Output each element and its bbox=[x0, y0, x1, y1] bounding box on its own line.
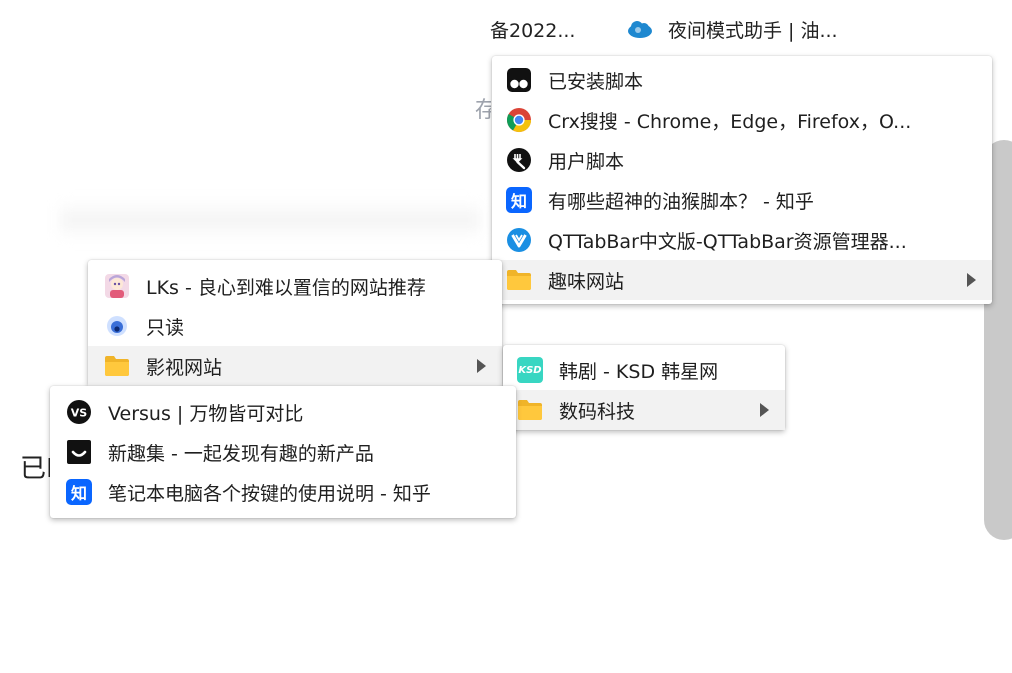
qttabbar-icon bbox=[506, 227, 532, 253]
menu-item-label: Crx搜搜 - Chrome，Edge，Firefox，O... bbox=[548, 110, 912, 133]
greasyfork-icon bbox=[506, 147, 532, 173]
bookmarks-bar: 备2022... 夜间模式助手 | 油... bbox=[490, 10, 866, 48]
menu-item-label: 用户脚本 bbox=[548, 150, 625, 173]
menu-item-label: 只读 bbox=[146, 316, 185, 339]
menu-item-label: Versus | 万物皆可对比 bbox=[108, 402, 304, 425]
bookmark-folder-menu: 已安装脚本 Crx搜搜 - Chrome，Edge，Firefox，O... 用… bbox=[492, 56, 992, 304]
menu-item-label: 笔记本电脑各个按键的使用说明 - 知乎 bbox=[108, 482, 431, 505]
zhihu-icon: 知 bbox=[506, 187, 532, 213]
xinquji-icon bbox=[66, 439, 92, 465]
menu-item-qttabbar[interactable]: QTTabBar中文版-QTTabBar资源管理器... bbox=[492, 220, 992, 260]
video-sites-submenu: KSD 韩剧 - KSD 韩星网 数码科技 bbox=[503, 345, 785, 430]
menu-item-digital-tech-folder[interactable]: 数码科技 bbox=[503, 390, 785, 430]
background-blur bbox=[60, 200, 480, 240]
tampermonkey-icon bbox=[506, 67, 532, 93]
menu-item-label: 已安装脚本 bbox=[548, 70, 644, 93]
versus-icon: VS bbox=[66, 399, 92, 425]
chrome-icon bbox=[506, 107, 532, 133]
folder-icon bbox=[506, 267, 532, 293]
menu-item-user-scripts[interactable]: 用户脚本 bbox=[492, 140, 992, 180]
background-partial-text: 存 bbox=[475, 98, 491, 123]
bookmark-item-night-mode[interactable]: 夜间模式助手 | 油... bbox=[626, 16, 866, 43]
menu-item-laptop-keys-zhihu[interactable]: 知 笔记本电脑各个按键的使用说明 - 知乎 bbox=[50, 472, 516, 512]
anime-avatar-icon bbox=[104, 273, 130, 299]
menu-item-installed-scripts[interactable]: 已安装脚本 bbox=[492, 60, 992, 100]
ksd-icon: KSD bbox=[517, 357, 543, 383]
bookmark-item[interactable]: 备2022... bbox=[490, 16, 600, 43]
screen: 存 已F 备2022... 夜间模式助手 | 油... 已安装脚本 Crx搜搜 … bbox=[0, 0, 1012, 673]
menu-item-xinquji[interactable]: 新趣集 - 一起发现有趣的新产品 bbox=[50, 432, 516, 472]
folder-icon bbox=[517, 397, 543, 423]
menu-item-label: 趣味网站 bbox=[548, 270, 625, 293]
menu-item-crx-search[interactable]: Crx搜搜 - Chrome，Edge，Firefox，O... bbox=[492, 100, 992, 140]
menu-item-label: 韩剧 - KSD 韩星网 bbox=[559, 360, 719, 383]
blue-circle-icon bbox=[104, 313, 130, 339]
folder-icon bbox=[104, 353, 130, 379]
menu-item-label: 影视网站 bbox=[146, 356, 223, 379]
chevron-right-icon bbox=[967, 273, 976, 287]
menu-item-label: 数码科技 bbox=[559, 400, 636, 423]
menu-item-label: 新趣集 - 一起发现有趣的新产品 bbox=[108, 442, 374, 465]
chevron-right-icon bbox=[760, 403, 769, 417]
menu-item-label: QTTabBar中文版-QTTabBar资源管理器... bbox=[548, 230, 907, 253]
svg-text:VS: VS bbox=[71, 407, 88, 420]
digital-tech-submenu: VS Versus | 万物皆可对比 新趣集 - 一起发现有趣的新产品 知 笔记… bbox=[50, 386, 516, 518]
menu-item-ksd[interactable]: KSD 韩剧 - KSD 韩星网 bbox=[503, 350, 785, 390]
bookmark-label: 夜间模式助手 | 油... bbox=[668, 19, 838, 42]
menu-item-label: LKs - 良心到难以置信的网站推荐 bbox=[146, 276, 426, 299]
zhihu-icon: 知 bbox=[66, 479, 92, 505]
menu-item-lks[interactable]: LKs - 良心到难以置信的网站推荐 bbox=[88, 266, 502, 306]
menu-item-versus[interactable]: VS Versus | 万物皆可对比 bbox=[50, 392, 516, 432]
menu-item-zhihu-scripts[interactable]: 知 有哪些超神的油猴脚本？ - 知乎 bbox=[492, 180, 992, 220]
fun-sites-submenu: LKs - 良心到难以置信的网站推荐 只读 影视网站 bbox=[88, 260, 502, 386]
chevron-right-icon bbox=[477, 359, 486, 373]
menu-item-read-only[interactable]: 只读 bbox=[88, 306, 502, 346]
bookmark-label: 备2022... bbox=[490, 19, 576, 42]
menu-item-label: 有哪些超神的油猴脚本？ - 知乎 bbox=[548, 190, 814, 213]
menu-item-video-sites-folder[interactable]: 影视网站 bbox=[88, 346, 502, 386]
cloud-icon bbox=[628, 21, 652, 38]
menu-item-fun-sites-folder[interactable]: 趣味网站 bbox=[492, 260, 992, 300]
